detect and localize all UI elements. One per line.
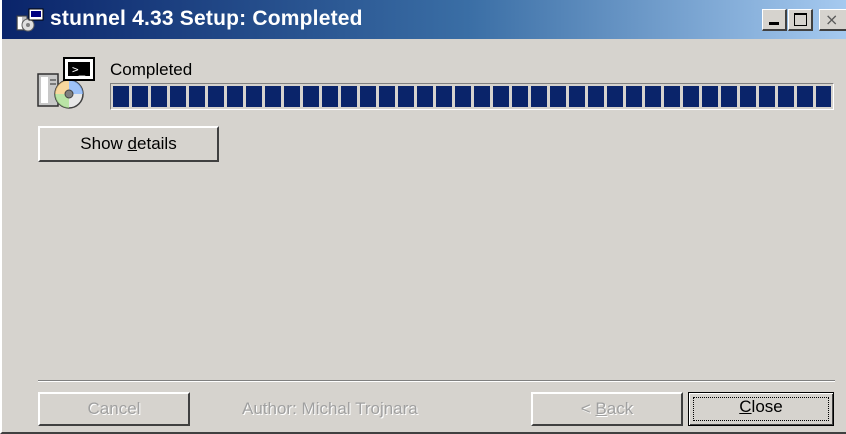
- close-window-button[interactable]: ×: [819, 9, 846, 31]
- close-accelerator: C: [739, 397, 752, 416]
- close-icon: ×: [825, 10, 839, 29]
- title-bar[interactable]: stunnel 4.33 Setup: Completed ×: [2, 0, 846, 39]
- close-label-suffix: lose: [751, 397, 783, 416]
- maximize-button[interactable]: [788, 9, 813, 31]
- show-details-button[interactable]: Show details: [38, 126, 219, 162]
- show-details-accelerator: d: [127, 134, 138, 153]
- cancel-label: Cancel: [87, 399, 141, 418]
- show-details-label-suffix: etails: [137, 134, 177, 153]
- back-accelerator: B: [595, 399, 607, 418]
- progress-track: [113, 86, 831, 107]
- setup-disk-icon: >_: [37, 57, 95, 109]
- status-text: Completed: [110, 60, 193, 79]
- back-label-suffix: ack: [606, 399, 634, 418]
- back-button[interactable]: < Back: [531, 392, 683, 426]
- setup-window: stunnel 4.33 Setup: Completed × >_ Compl…: [0, 0, 846, 434]
- footer-separator: [38, 380, 835, 382]
- author-label: Author: Michal Trojnara: [242, 399, 418, 418]
- cancel-button[interactable]: Cancel: [38, 392, 190, 426]
- progress-fill: [113, 86, 831, 107]
- progress-bar: [110, 83, 834, 110]
- window-title: stunnel 4.33 Setup: Completed: [50, 7, 363, 30]
- show-details-label-prefix: Show: [80, 134, 128, 153]
- close-button[interactable]: Close: [688, 392, 834, 426]
- back-label-prefix: <: [580, 399, 596, 418]
- installer-icon: [16, 8, 44, 32]
- svg-text:>_: >_: [72, 63, 86, 76]
- close-label: Close: [739, 397, 782, 416]
- minimize-button[interactable]: [762, 9, 787, 31]
